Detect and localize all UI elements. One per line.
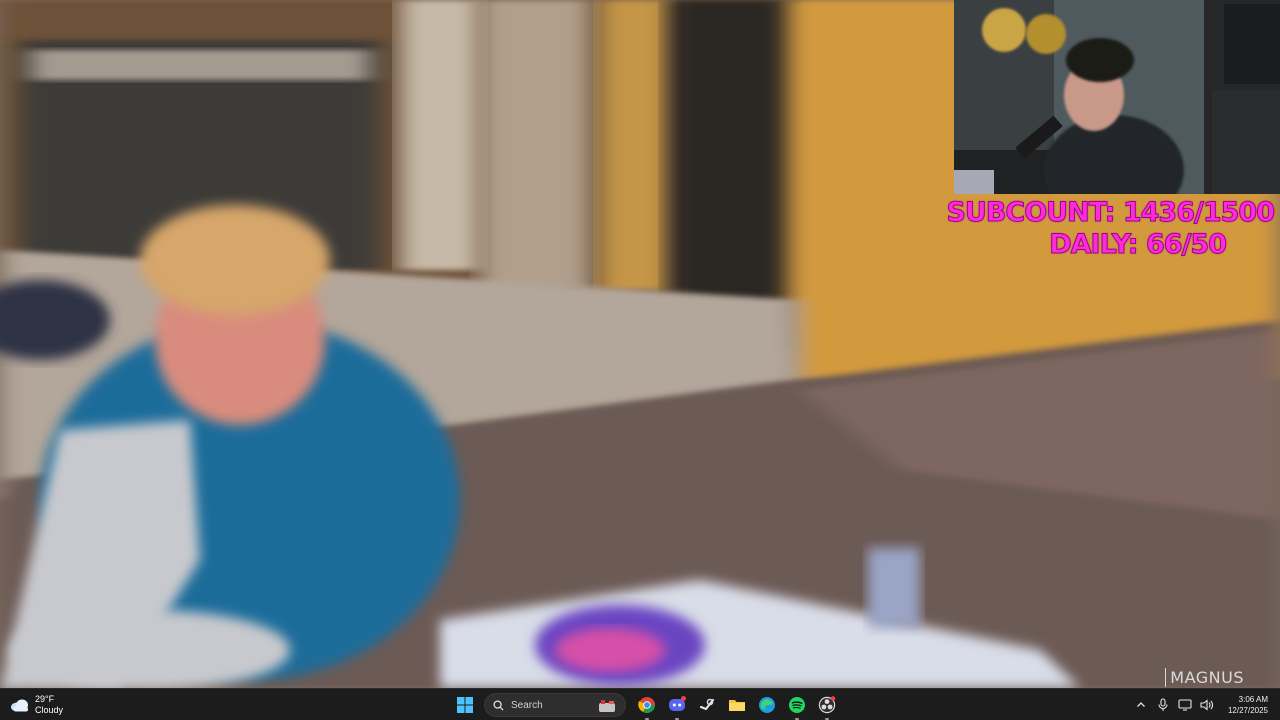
clock[interactable]: 3:06 AM 12/27/2025 (1228, 694, 1268, 716)
show-hidden-icons-button[interactable] (1134, 698, 1148, 712)
daily-count-label: DAILY: 66/50 (1049, 229, 1228, 260)
chrome-icon (638, 697, 655, 713)
microphone-icon (1158, 698, 1168, 711)
stream-screen: SUBCOUNT: 1436/1500 DAILY: 66/50 MAGNUS … (0, 0, 1280, 720)
clock-time: 3:06 AM (1238, 695, 1268, 704)
webcam-overlay (954, 0, 1280, 194)
speaker-icon (1200, 699, 1213, 711)
search-label: Search (511, 699, 543, 711)
taskbar-apps: Search (450, 692, 842, 720)
taskbar: 29°F Cloudy Search 3:06 AM 12/27/2025 (0, 688, 1280, 720)
start-button[interactable] (452, 692, 478, 718)
display-icon (1178, 699, 1192, 711)
system-tray: 3:06 AM 12/27/2025 (1130, 689, 1280, 720)
clock-date: 12/27/2025 (1227, 706, 1268, 715)
microphone-button[interactable] (1156, 698, 1170, 712)
volume-button[interactable] (1200, 698, 1214, 712)
taskbar-search[interactable]: Search (484, 693, 626, 717)
channel-watermark: MAGNUS (1165, 668, 1244, 687)
weather-condition: Cloudy (35, 705, 64, 715)
discord-icon (669, 696, 686, 711)
discord-button[interactable] (664, 692, 690, 720)
spotify-icon (789, 697, 805, 713)
network-display-button[interactable] (1178, 698, 1192, 712)
sub-count-label: SUBCOUNT: 1436/1500 (946, 197, 1276, 228)
chevron-up-icon (1136, 702, 1145, 707)
obs-button[interactable] (814, 692, 840, 720)
search-highlight-icon (599, 700, 615, 712)
file-explorer-button[interactable] (724, 692, 750, 718)
spotify-button[interactable] (784, 692, 810, 720)
steam-button[interactable] (694, 692, 720, 718)
edge-icon (759, 697, 775, 713)
weather-widget[interactable]: 29°F Cloudy (10, 693, 63, 717)
edge-button[interactable] (754, 692, 780, 718)
windows-start-icon (457, 697, 473, 713)
folder-icon (729, 700, 745, 711)
steam-icon (699, 698, 715, 711)
weather-temperature: 29°F (35, 694, 55, 704)
obs-icon (818, 696, 836, 714)
cloud-icon (11, 699, 28, 712)
search-icon (493, 699, 504, 711)
chrome-button[interactable] (634, 692, 660, 720)
